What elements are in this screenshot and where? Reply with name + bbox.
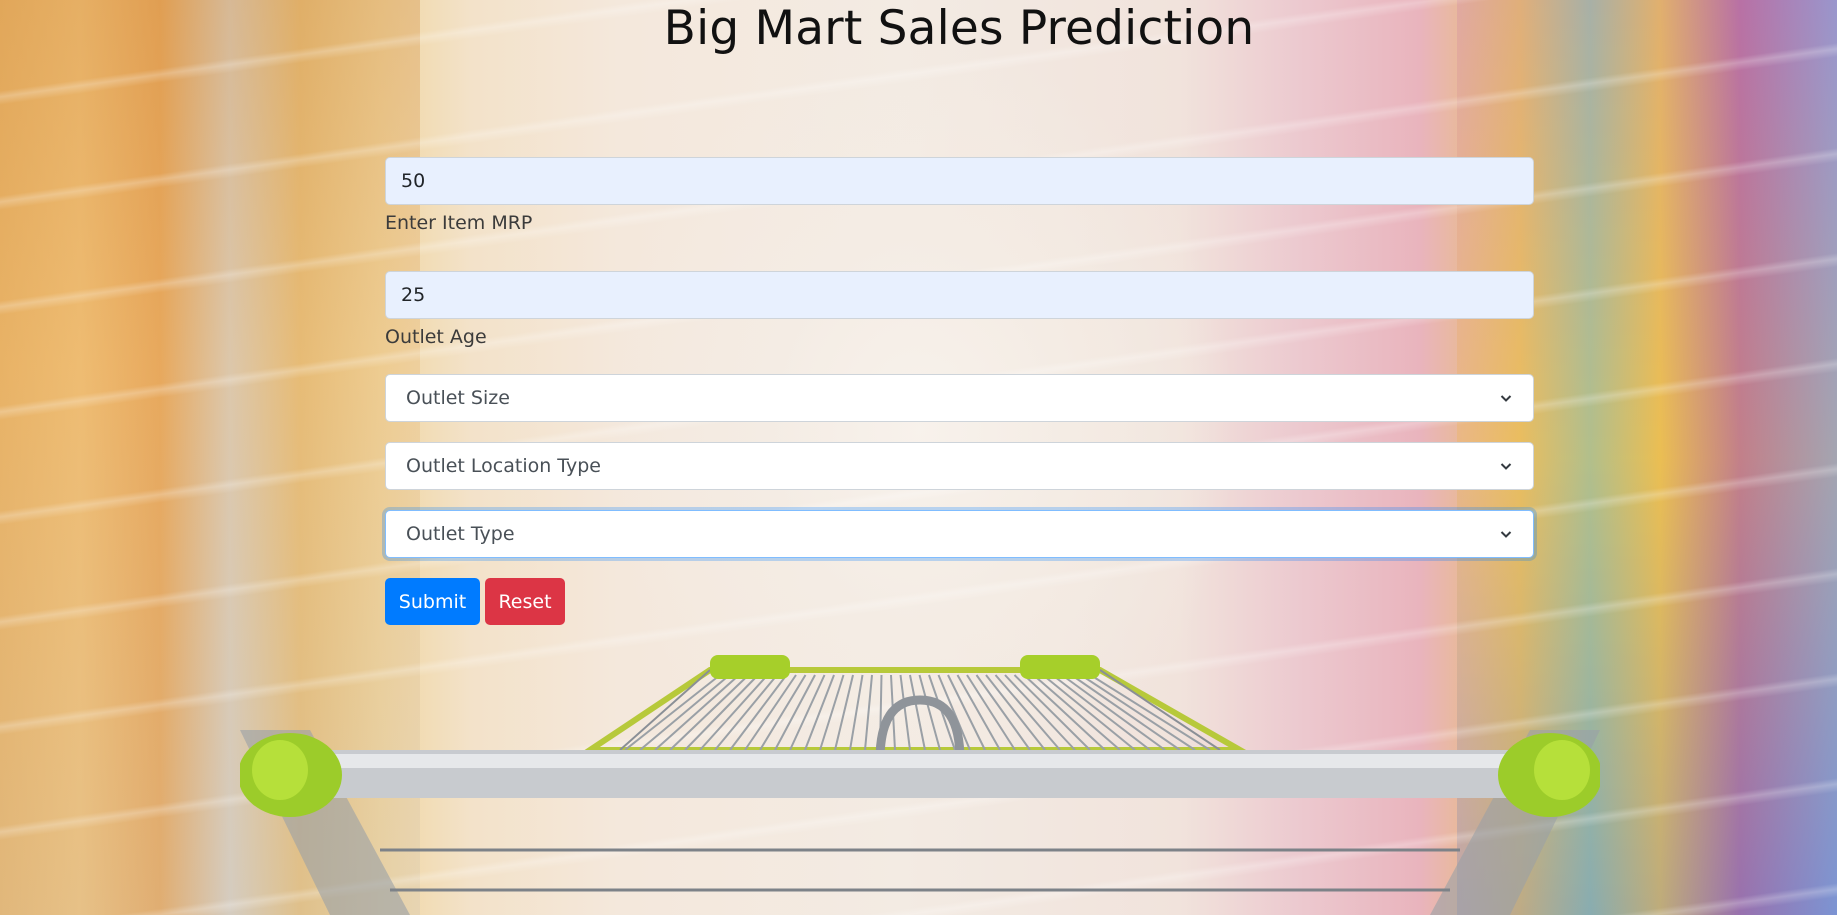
page-title: Big Mart Sales Prediction bbox=[663, 1, 1255, 56]
form-actions: Submit Reset bbox=[385, 578, 1534, 625]
item-mrp-input[interactable]: 50 bbox=[385, 157, 1534, 205]
reset-button[interactable]: Reset bbox=[485, 578, 565, 625]
item-mrp-value: 50 bbox=[401, 170, 426, 192]
outlet-age-value: 25 bbox=[401, 284, 426, 306]
outlet-age-input[interactable]: 25 bbox=[385, 271, 1534, 319]
prediction-form: 50 Enter Item MRP 25 Outlet Age Outlet S… bbox=[385, 157, 1534, 625]
outlet-location-type-select[interactable]: Outlet Location Type bbox=[385, 442, 1534, 490]
chevron-down-icon bbox=[1499, 527, 1513, 541]
outlet-type-selected: Outlet Type bbox=[406, 523, 515, 545]
item-mrp-label: Enter Item MRP bbox=[385, 212, 533, 234]
chevron-down-icon bbox=[1499, 459, 1513, 473]
outlet-location-type-selected: Outlet Location Type bbox=[406, 455, 601, 477]
outlet-size-select[interactable]: Outlet Size bbox=[385, 374, 1534, 422]
page: Big Mart Sales Prediction 50 Enter Item … bbox=[0, 0, 1837, 915]
shopping-cart-image bbox=[240, 655, 1600, 915]
submit-button[interactable]: Submit bbox=[385, 578, 480, 625]
outlet-age-label: Outlet Age bbox=[385, 326, 487, 348]
outlet-type-select[interactable]: Outlet Type bbox=[385, 510, 1534, 558]
outlet-size-selected: Outlet Size bbox=[406, 387, 510, 409]
chevron-down-icon bbox=[1499, 391, 1513, 405]
